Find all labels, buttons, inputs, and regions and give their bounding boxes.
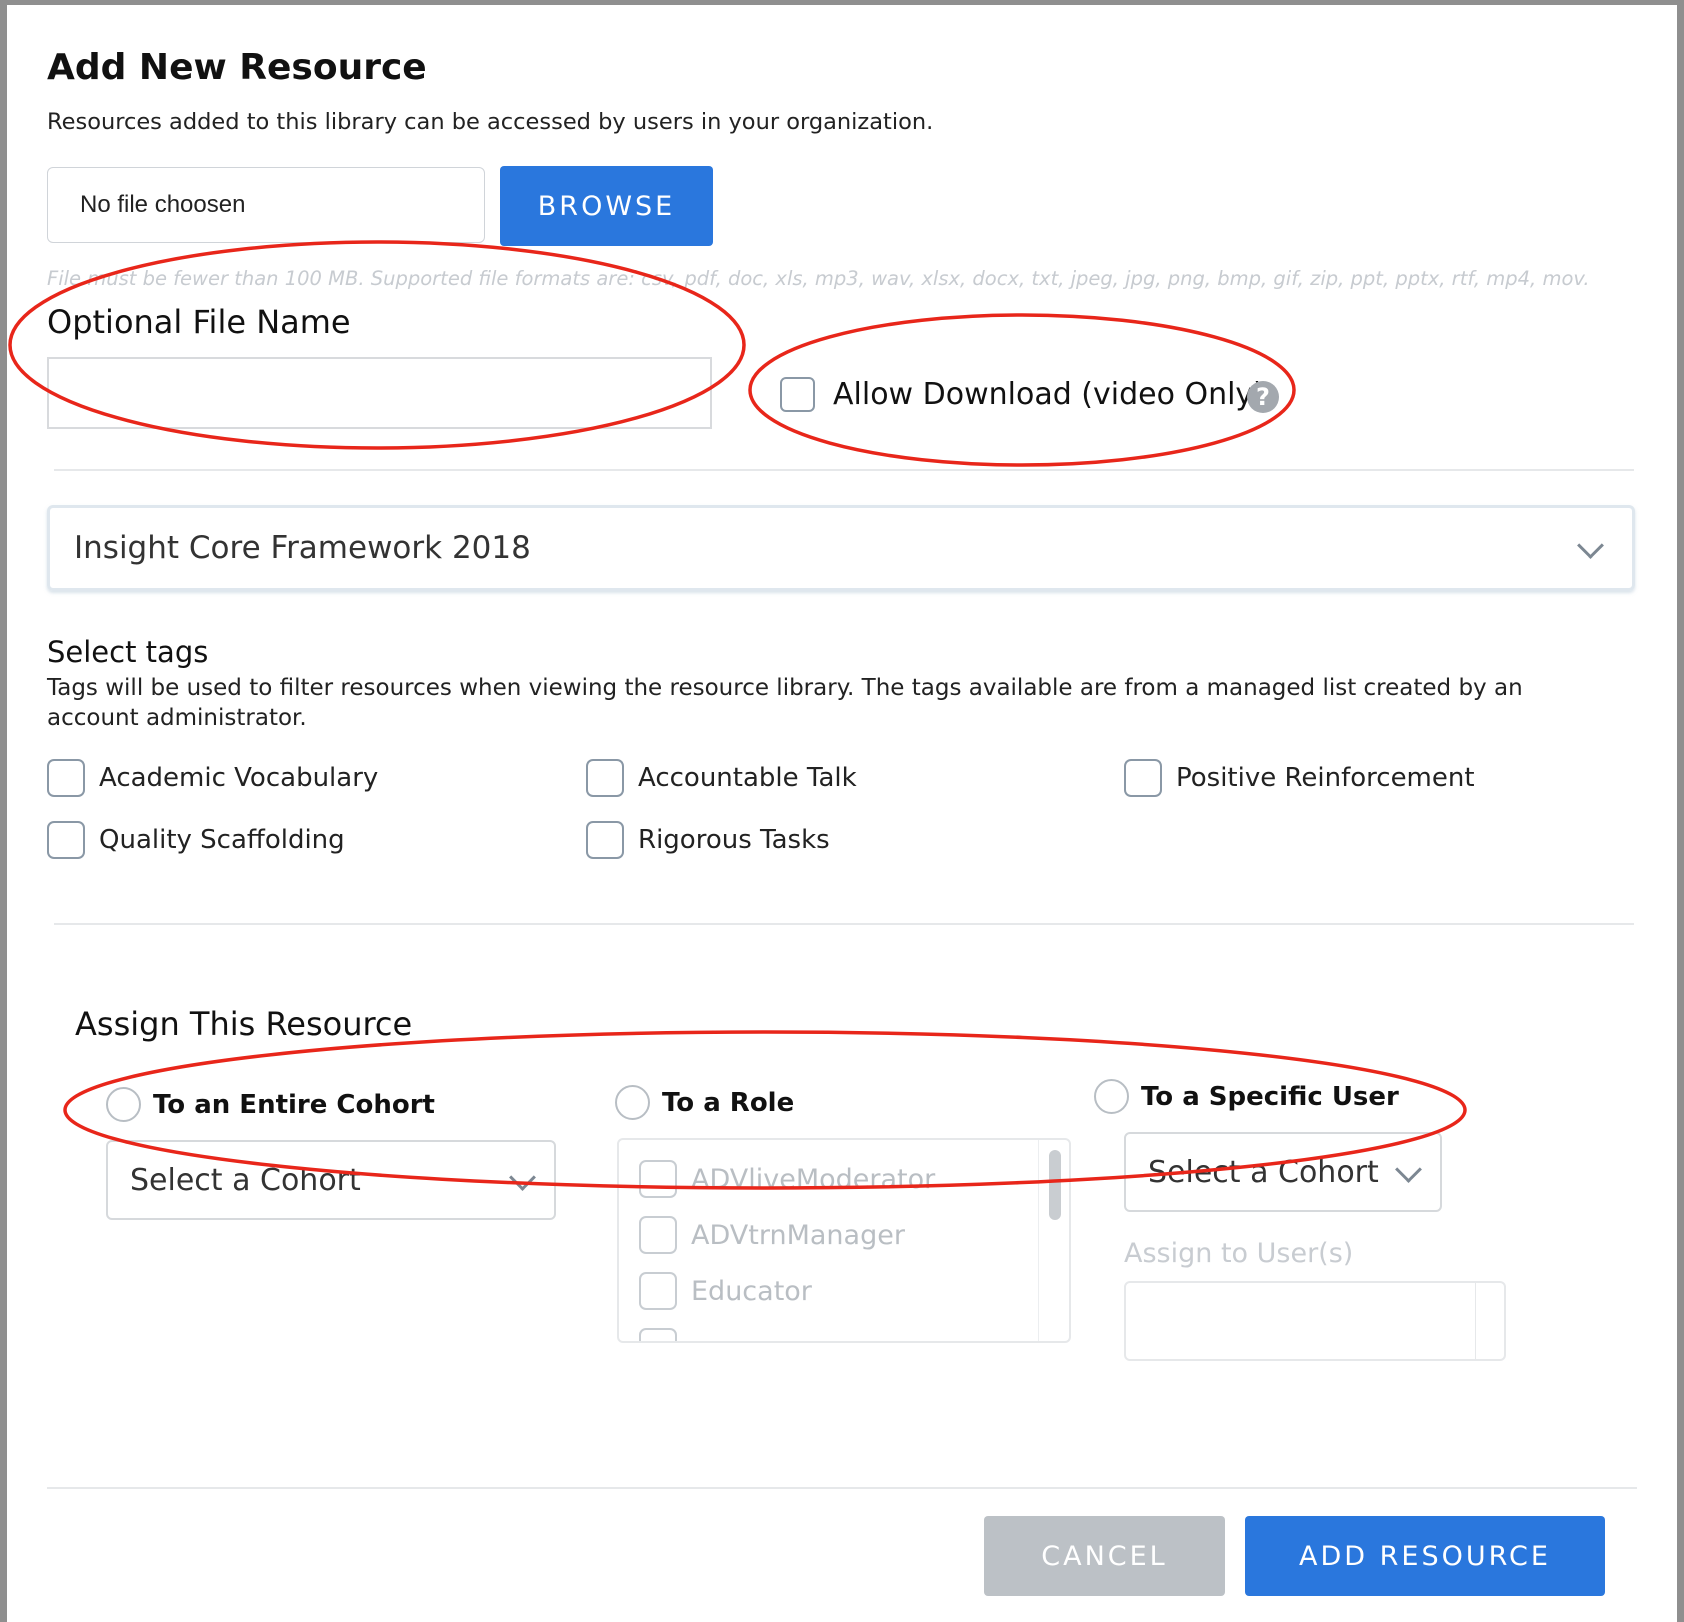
file-formats-note: File must be fewer than 100 MB. Supporte…	[47, 267, 1590, 290]
tag-rigorous-tasks[interactable]: Rigorous Tasks	[586, 821, 830, 859]
tag-label: Positive Reinforcement	[1176, 763, 1475, 793]
user-cohort-select[interactable]: Select a Cohort	[1124, 1132, 1442, 1212]
chevron-down-icon	[509, 1164, 536, 1191]
tag-label: Rigorous Tasks	[638, 825, 830, 855]
role-item-partial[interactable]	[639, 1328, 691, 1341]
tags-description: Tags will be used to filter resources wh…	[47, 675, 1523, 731]
checkbox[interactable]	[639, 1160, 677, 1198]
tag-label: Academic Vocabulary	[99, 763, 379, 793]
role-item[interactable]: ADVliveModerator	[639, 1160, 935, 1198]
checkbox[interactable]	[1124, 759, 1162, 797]
radio-button[interactable]	[615, 1085, 650, 1120]
cohort-select[interactable]: Select a Cohort	[106, 1140, 556, 1220]
tag-label: Quality Scaffolding	[99, 825, 345, 855]
tag-positive-reinforcement[interactable]: Positive Reinforcement	[1124, 759, 1475, 797]
checkbox[interactable]	[47, 759, 85, 797]
radio-entire-cohort[interactable]: To an Entire Cohort	[106, 1087, 435, 1122]
role-item[interactable]: Educator	[639, 1272, 812, 1310]
scrollbar[interactable]	[1038, 1140, 1069, 1341]
dialog-title: Add New Resource	[47, 47, 427, 88]
framework-select[interactable]: Insight Core Framework 2018	[47, 505, 1635, 591]
footer-divider	[47, 1487, 1637, 1489]
tag-quality-scaffolding[interactable]: Quality Scaffolding	[47, 821, 345, 859]
input-separator	[1475, 1283, 1476, 1359]
optional-file-name-input[interactable]	[47, 357, 712, 429]
checkbox[interactable]	[586, 759, 624, 797]
file-chooser-field[interactable]: No file choosen	[47, 167, 485, 243]
checkbox[interactable]	[639, 1272, 677, 1310]
roles-list[interactable]: ADVliveModerator ADVtrnManager Educator	[617, 1138, 1071, 1343]
checkbox[interactable]	[639, 1216, 677, 1254]
divider	[54, 923, 1634, 925]
checkbox[interactable]	[586, 821, 624, 859]
tag-academic-vocabulary[interactable]: Academic Vocabulary	[47, 759, 378, 797]
chevron-down-icon	[1395, 1156, 1422, 1183]
radio-specific-user[interactable]: To a Specific User	[1094, 1079, 1399, 1114]
framework-selected-value: Insight Core Framework 2018	[74, 530, 531, 566]
browse-button[interactable]: BROWSE	[500, 166, 713, 246]
divider	[54, 469, 1634, 471]
tag-accountable-talk[interactable]: Accountable Talk	[586, 759, 857, 797]
assign-users-input[interactable]	[1124, 1281, 1506, 1361]
checkbox[interactable]	[639, 1328, 677, 1341]
scrollbar-thumb[interactable]	[1049, 1150, 1061, 1220]
dialog-subtitle: Resources added to this library can be a…	[47, 109, 934, 135]
add-resource-button[interactable]: ADD RESOURCE	[1245, 1516, 1605, 1596]
radio-button[interactable]	[1094, 1079, 1129, 1114]
assign-heading: Assign This Resource	[75, 1005, 413, 1043]
radio-role[interactable]: To a Role	[615, 1085, 794, 1120]
assign-users-label: Assign to User(s)	[1124, 1238, 1354, 1269]
help-icon[interactable]: ?	[1247, 381, 1279, 413]
chevron-down-icon	[1577, 532, 1604, 559]
cancel-button[interactable]: CANCEL	[984, 1516, 1225, 1596]
checkbox[interactable]	[47, 821, 85, 859]
radio-button[interactable]	[106, 1087, 141, 1122]
allow-download-label: Allow Download (video Only)	[833, 377, 1265, 412]
tags-heading: Select tags	[47, 635, 209, 669]
role-item[interactable]: ADVtrnManager	[639, 1216, 905, 1254]
add-resource-dialog: Add New Resource Resources added to this…	[7, 5, 1677, 1622]
tag-label: Accountable Talk	[638, 763, 857, 793]
allow-download-checkbox[interactable]	[780, 377, 815, 412]
optional-file-name-label: Optional File Name	[47, 303, 351, 341]
file-chosen-text: No file choosen	[80, 191, 246, 218]
